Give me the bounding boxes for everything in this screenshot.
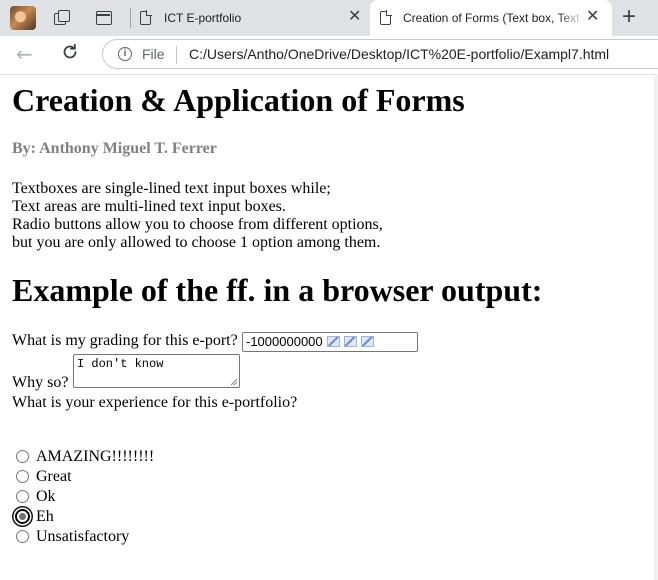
scrollbar-track[interactable] xyxy=(654,74,658,580)
radio-label: AMAZING!!!!!!!! xyxy=(36,448,155,465)
radio-button[interactable] xyxy=(16,490,29,503)
info-icon[interactable]: i xyxy=(118,47,132,61)
tab-creation-of-forms[interactable]: Creation of Forms (Text box, Text area, … xyxy=(370,0,612,36)
experience-label: What is your experience for this e-portf… xyxy=(12,394,298,411)
author-line: By: Anthony Miguel T. Ferrer xyxy=(12,140,217,157)
url-separator xyxy=(176,46,177,64)
tab-separator xyxy=(130,8,131,28)
profile-avatar[interactable] xyxy=(10,6,36,30)
address-bar[interactable]: i File C:/Users/Antho/OneDrive/Desktop/I… xyxy=(102,39,658,69)
scheme-label: File xyxy=(142,46,165,62)
radio-label: Eh xyxy=(36,508,54,525)
why-value: I don't know xyxy=(77,357,164,371)
reload-icon[interactable] xyxy=(60,42,80,62)
grade-textbox[interactable]: -1000000000 xyxy=(242,332,418,352)
tab-actions-icon[interactable] xyxy=(94,8,114,28)
why-label: Why so? xyxy=(12,374,69,391)
broken-image-icon xyxy=(360,336,374,347)
tab-title: ICT E-portfolio xyxy=(164,11,242,25)
workspaces-icon[interactable] xyxy=(52,8,72,28)
back-button[interactable]: ← xyxy=(16,42,33,66)
page-title: Creation & Application of Forms xyxy=(12,82,465,118)
why-textarea[interactable]: I don't know xyxy=(73,354,240,388)
page-icon xyxy=(140,10,152,25)
radio-label: Unsatisfactory xyxy=(36,528,130,545)
close-tab-icon[interactable]: ✕ xyxy=(348,9,361,25)
tab-ict-eportfolio[interactable]: ICT E-portfolio ✕ xyxy=(134,0,370,36)
page-icon xyxy=(380,10,392,25)
description-paragraph: Textboxes are single-lined text input bo… xyxy=(12,180,383,252)
grade-row: What is my grading for this e-port? -100… xyxy=(12,332,418,352)
url-text[interactable]: C:/Users/Antho/OneDrive/Desktop/ICT%20E-… xyxy=(189,46,609,62)
broken-image-icon xyxy=(343,336,357,347)
radio-button[interactable] xyxy=(16,470,29,483)
toolbar: ← i File C:/Users/Antho/OneDrive/Desktop… xyxy=(0,36,658,75)
close-tab-icon[interactable]: ✕ xyxy=(586,9,599,25)
tab-strip: ICT E-portfolio ✕ Creation of Forms (Tex… xyxy=(0,0,658,36)
grade-label: What is my grading for this e-port? xyxy=(12,332,238,349)
radio-button-selected[interactable] xyxy=(15,509,30,524)
radio-label: Ok xyxy=(36,488,56,505)
radio-button[interactable] xyxy=(16,530,29,543)
tab-title: Creation of Forms (Text box, Text area, … xyxy=(403,11,585,25)
description-line: Text areas are multi-lined text input bo… xyxy=(12,198,286,215)
description-line: but you are only allowed to choose 1 opt… xyxy=(12,234,381,251)
broken-image-icon xyxy=(326,336,340,347)
new-tab-button[interactable]: + xyxy=(622,5,636,29)
description-line: Radio buttons allow you to choose from d… xyxy=(12,216,383,233)
description-line: Textboxes are single-lined text input bo… xyxy=(12,180,331,197)
grade-value: -1000000000 xyxy=(246,334,323,349)
example-heading: Example of the ff. in a browser output: xyxy=(12,272,543,308)
radio-label: Great xyxy=(36,468,72,485)
radio-button[interactable] xyxy=(16,450,29,463)
